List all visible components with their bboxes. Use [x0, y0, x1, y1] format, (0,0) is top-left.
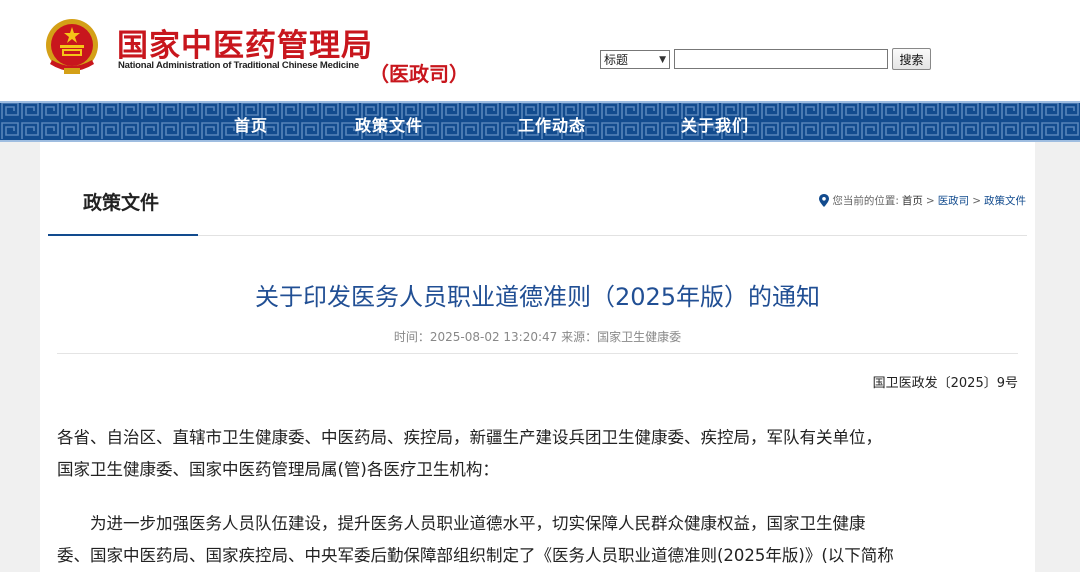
nav-item-news[interactable]: 工作动态 — [518, 112, 586, 136]
org-name-cn[interactable]: 国家中医药管理局 — [117, 20, 373, 65]
breadcrumb-home-link[interactable]: 首页 — [902, 193, 923, 208]
article-title: 关于印发医务人员职业道德准则（2025年版）的通知 — [254, 283, 821, 311]
nav-item-about[interactable]: 关于我们 — [681, 112, 749, 136]
site-header: 国家中医药管理局 National Administration of Trad… — [0, 0, 1080, 101]
search-scope-value: 标题 — [604, 53, 629, 67]
national-emblem-icon[interactable] — [42, 16, 102, 78]
breadcrumb-policy-link[interactable]: 政策文件 — [984, 193, 1026, 208]
document-number: 国卫医政发〔2025〕9号 — [872, 376, 1018, 391]
meta-divider — [57, 353, 1018, 354]
breadcrumb: 您当前的位置: 首页 > 医政司 > 政策文件 — [819, 193, 1026, 208]
department-name: （医政司） — [369, 62, 469, 86]
body-line: 为进一步加强医务人员队伍建设，提升医务人员职业道德水平，切实保障人民群众健康权益… — [57, 514, 866, 533]
recipients-line: 各省、自治区、直辖市卫生健康委、中医药局、疾控局，新疆生产建设兵团卫生健康委、疾… — [57, 428, 882, 447]
org-name-en[interactable]: National Administration of Traditional C… — [118, 60, 359, 71]
main-content: 政策文件 您当前的位置: 首页 > 医政司 > 政策文件 关于印发医务人员职业道… — [40, 142, 1035, 572]
section-title: 政策文件 — [83, 192, 160, 214]
location-pin-icon — [819, 194, 830, 207]
breadcrumb-department-link[interactable]: 医政司 — [938, 193, 970, 208]
breadcrumb-prefix: 您当前的位置: — [832, 195, 899, 207]
nav-item-policy[interactable]: 政策文件 — [355, 112, 423, 136]
nav-item-home[interactable]: 首页 — [234, 112, 268, 136]
article-meta: 时间：2025-08-02 13:20:47 来源：国家卫生健康委 — [393, 330, 682, 344]
breadcrumb-separator: > — [972, 194, 981, 207]
body-line: 委、国家中医药局、国家疾控局、中央军委后勤保障部组织制定了《医务人员职业道德准则… — [57, 546, 894, 565]
body-paragraph: 为进一步加强医务人员队伍建设，提升医务人员职业道德水平，切实保障人民群众健康权益… — [57, 508, 1022, 572]
breadcrumb-separator: > — [925, 194, 935, 207]
search-button[interactable]: 搜索 — [892, 48, 931, 70]
search-scope-select[interactable]: 标题 ▼ — [600, 50, 670, 69]
chevron-down-icon: ▼ — [659, 54, 666, 65]
section-divider-accent — [48, 234, 198, 236]
main-nav: 首页 政策文件 工作动态 关于我们 — [0, 101, 1080, 142]
recipients-paragraph: 各省、自治区、直辖市卫生健康委、中医药局、疾控局，新疆生产建设兵团卫生健康委、疾… — [57, 422, 1022, 486]
recipients-line: 国家卫生健康委、国家中医药管理局属(管)各医疗卫生机构： — [57, 460, 499, 479]
search-input[interactable] — [674, 49, 888, 69]
